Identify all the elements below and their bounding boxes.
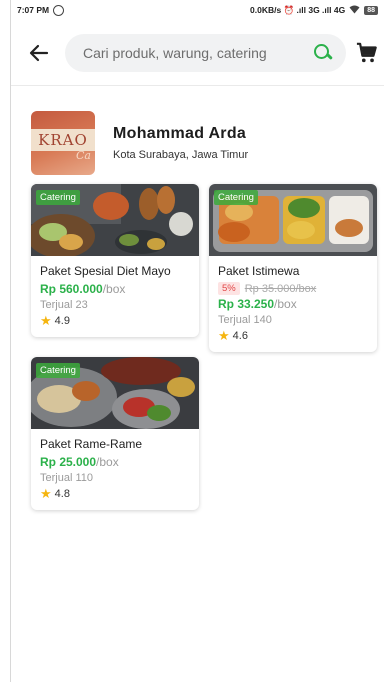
product-rating: ★ 4.9 [40, 314, 190, 327]
product-card[interactable]: Catering Paket Spesial Diet Mayo Rp 560.… [31, 184, 199, 337]
star-icon: ★ [40, 313, 52, 328]
search-bar[interactable] [65, 33, 346, 72]
category-badge: Catering [36, 190, 80, 205]
product-title: Paket Spesial Diet Mayo [40, 264, 171, 278]
sold-count: Terjual 140 [218, 314, 272, 326]
product-price: Rp 33.250 [218, 297, 275, 311]
rating-value: 4.6 [232, 329, 248, 342]
product-price: Rp 25.000 [40, 455, 97, 469]
merchant-location: Kota Surabaya, Jawa Timur [113, 149, 249, 161]
category-badge: Catering [214, 190, 258, 205]
status-time: 7:07 PM [17, 5, 50, 15]
original-price: Rp 35.000/box [244, 282, 317, 295]
product-image: Catering [31, 184, 199, 256]
network-status: 0.0KB/s ⏰ .ıll 3G .ıll 4G [250, 4, 346, 15]
search-icon[interactable] [312, 42, 334, 64]
app-screen: 7:07 PM 0.0KB/s ⏰ .ıll 3G .ıll 4G 88 Car… [10, 0, 384, 682]
category-badge: Catering [36, 363, 80, 378]
product-rating: ★ 4.8 [40, 487, 190, 500]
rating-value: 4.8 [54, 487, 70, 500]
merchant-logo: KRAO Ca [31, 111, 95, 175]
logo-subtext: Ca [76, 149, 91, 162]
battery-indicator: 88 [364, 5, 378, 15]
star-icon: ★ [218, 328, 230, 343]
product-card[interactable]: Catering Paket Rame-Rame Rp 25.000/box T… [31, 357, 199, 510]
product-card[interactable]: Catering Paket Istimewa 5% Rp 35.000/box… [209, 184, 377, 352]
sold-count: Terjual 110 [40, 472, 93, 484]
star-icon: ★ [40, 486, 52, 501]
product-title: Paket Rame-Rame [40, 437, 143, 451]
logo-text: KRAO [38, 131, 88, 149]
product-image: Catering [31, 357, 199, 429]
search-header [11, 20, 384, 86]
discount-row: 5% Rp 35.000/box [218, 282, 368, 295]
cart-button[interactable] [350, 36, 384, 70]
whatsapp-icon [53, 4, 65, 16]
product-title: Paket Istimewa [218, 264, 300, 278]
price-unit: /box [96, 455, 119, 469]
arrow-left-icon [29, 44, 49, 61]
price-unit: /box [274, 297, 297, 311]
sold-count: Terjual 23 [40, 299, 88, 311]
product-price: Rp 560.000 [40, 282, 103, 296]
cart-icon [356, 42, 377, 62]
product-image: Catering [209, 184, 377, 256]
merchant-name: Mohammad Arda [113, 125, 247, 142]
price-unit: /box [102, 282, 126, 296]
product-rating: ★ 4.6 [218, 329, 368, 342]
discount-badge: 5% [218, 282, 240, 295]
status-bar: 7:07 PM 0.0KB/s ⏰ .ıll 3G .ıll 4G 88 [11, 0, 384, 20]
wifi-icon [349, 5, 360, 16]
rating-value: 4.9 [54, 314, 70, 327]
back-button[interactable] [21, 35, 57, 71]
merchant-profile[interactable]: KRAO Ca Mohammad Arda Kota Surabaya, Jaw… [11, 86, 384, 182]
search-input[interactable] [83, 44, 312, 61]
